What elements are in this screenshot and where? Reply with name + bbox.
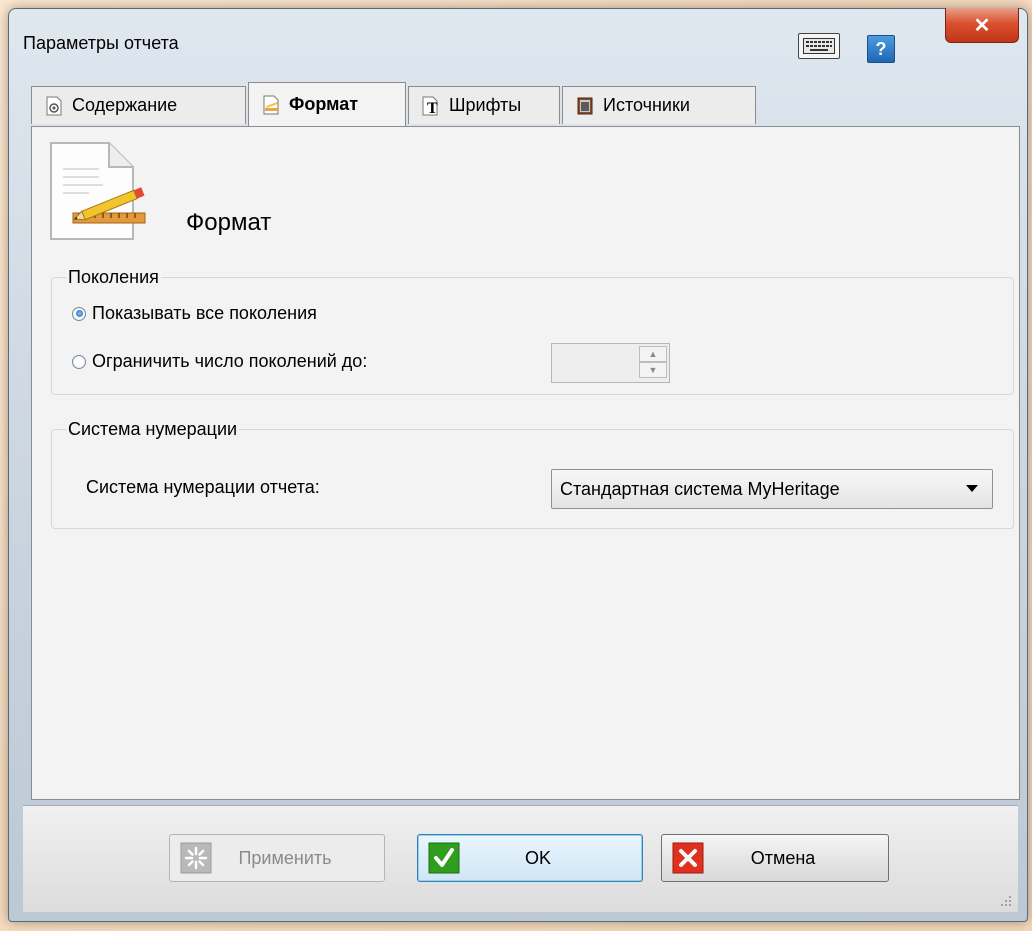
- tab-label: Источники: [603, 95, 690, 115]
- numbering-system-select[interactable]: Стандартная система MyHeritage: [551, 469, 993, 509]
- generations-limit-stepper[interactable]: ▲ ▼: [551, 343, 670, 383]
- stepper-up-icon[interactable]: ▲: [639, 346, 667, 362]
- apply-icon: [180, 842, 212, 874]
- format-document-icon: [261, 95, 281, 115]
- apply-button[interactable]: Применить: [169, 834, 385, 882]
- help-icon[interactable]: ?: [867, 35, 895, 63]
- stepper-down-icon[interactable]: ▼: [639, 362, 667, 378]
- sources-book-icon: [575, 96, 595, 116]
- chevron-down-icon: [966, 485, 978, 492]
- tab-format[interactable]: Формат: [248, 82, 406, 126]
- gear-document-icon: [44, 96, 64, 116]
- cancel-label: Отмена: [750, 847, 816, 868]
- cancel-button[interactable]: Отмена: [661, 834, 889, 882]
- tab-label: Шрифты: [449, 95, 522, 115]
- radio-unchecked-icon[interactable]: [72, 354, 86, 369]
- limit-generations-label: Ограничить число поколений до:: [92, 351, 368, 371]
- report-settings-dialog: Параметры отчета ? ✕ Содержание Формат T…: [8, 8, 1028, 922]
- ok-button[interactable]: OK: [417, 834, 643, 882]
- close-icon: ✕: [973, 14, 991, 37]
- generations-legend: Поколения: [68, 267, 159, 287]
- cancel-x-icon: [672, 842, 704, 874]
- svg-text:T: T: [427, 100, 438, 116]
- resize-grip-icon[interactable]: [1000, 894, 1012, 906]
- generations-group: Поколения: [51, 267, 1014, 395]
- button-bar: Применить OK Отмена: [23, 805, 1018, 912]
- ok-label: OK: [524, 847, 551, 868]
- show-all-generations-label: Показывать все поколения: [92, 303, 317, 323]
- radio-checked-icon[interactable]: [72, 306, 86, 321]
- tab-sources[interactable]: Источники: [562, 86, 756, 124]
- title-bar[interactable]: Параметры отчета ? ✕: [9, 8, 1027, 81]
- format-document-icon: [43, 139, 147, 243]
- font-icon: T: [421, 96, 441, 117]
- keyboard-icon[interactable]: [798, 33, 840, 59]
- close-button[interactable]: ✕: [945, 8, 1019, 43]
- apply-label: Применить: [238, 847, 332, 868]
- limit-generations-radio[interactable]: Ограничить число поколений до:: [72, 351, 367, 372]
- page-title: Формат: [186, 209, 272, 236]
- show-all-generations-radio[interactable]: Показывать все поколения: [72, 303, 317, 324]
- checkmark-icon: [428, 842, 460, 874]
- tab-content[interactable]: Содержание: [31, 86, 246, 124]
- tab-label: Содержание: [72, 95, 178, 115]
- format-panel: Формат Поколения Показывать все поколени…: [31, 126, 1020, 800]
- tab-fonts[interactable]: T Шрифты: [408, 86, 560, 124]
- numbering-system-value: Стандартная система MyHeritage: [560, 478, 840, 499]
- tab-label: Формат: [289, 94, 359, 114]
- numbering-label: Система нумерации отчета:: [86, 477, 320, 497]
- window-title: Параметры отчета: [23, 33, 179, 53]
- numbering-legend: Система нумерации: [68, 419, 238, 439]
